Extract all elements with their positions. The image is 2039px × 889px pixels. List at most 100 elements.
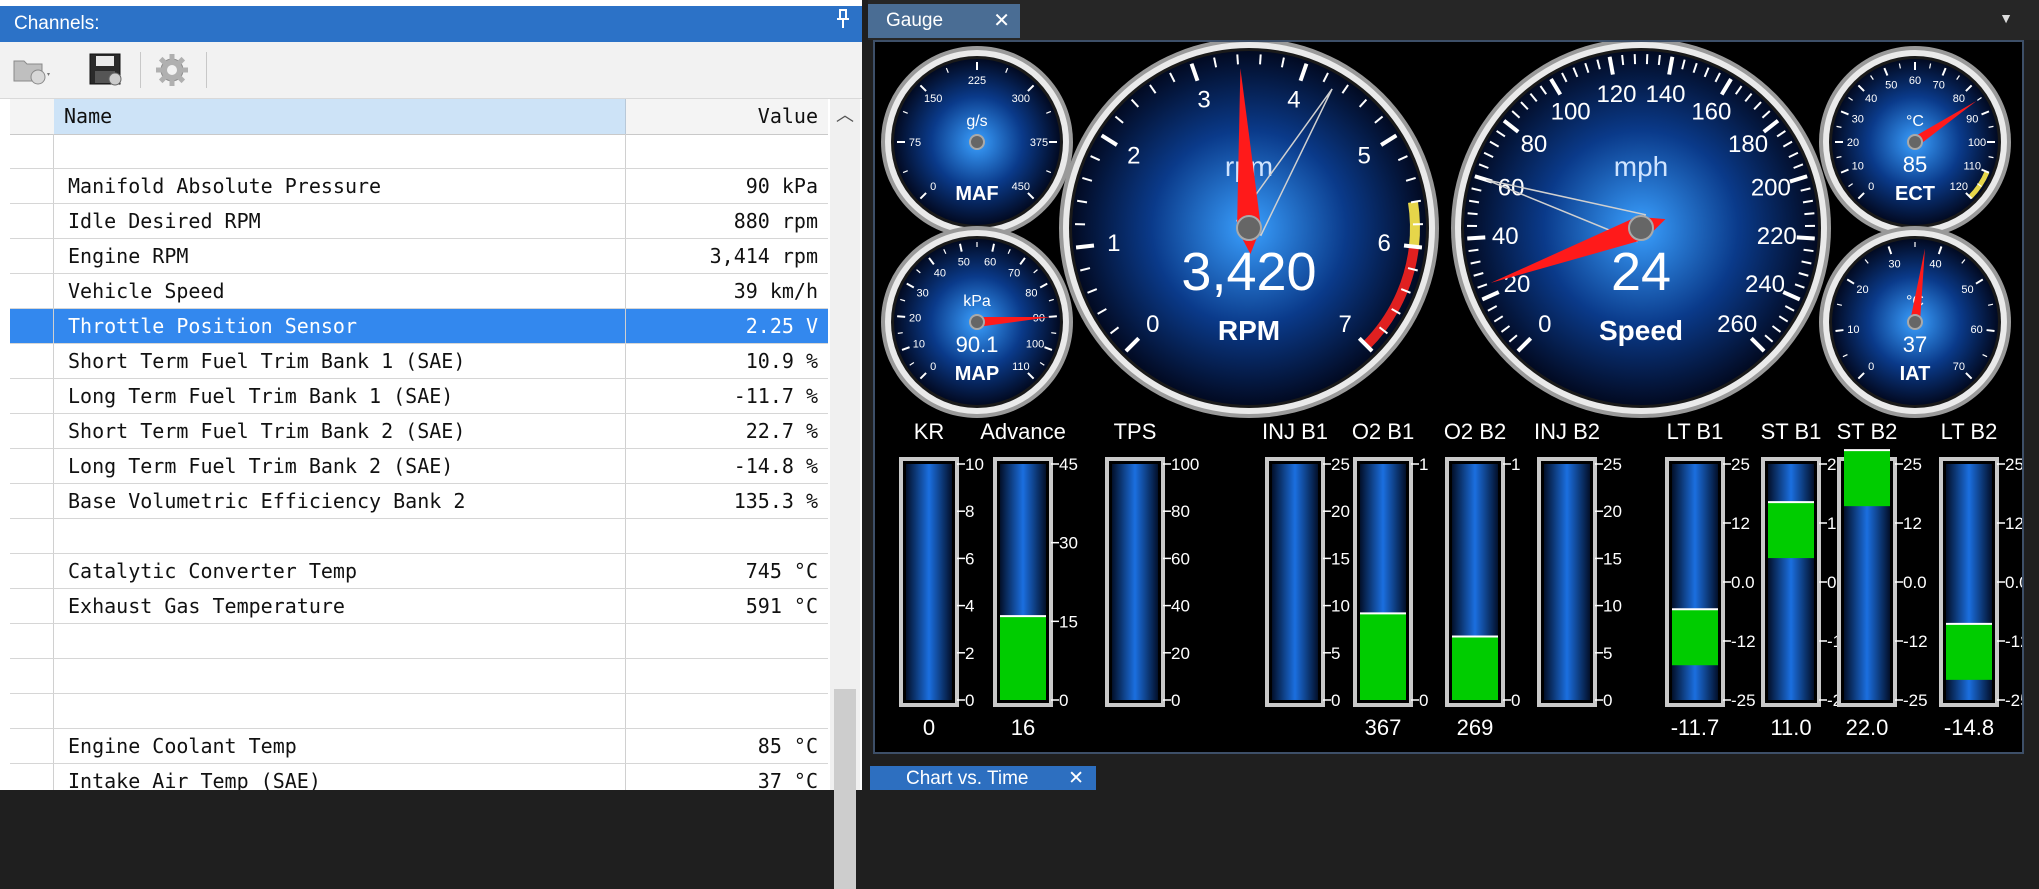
bar-tick-label: -25 xyxy=(1903,691,1928,710)
row-selector[interactable] xyxy=(10,169,54,203)
tick-label: 180 xyxy=(1728,131,1768,158)
bar-tick-label: 4 xyxy=(965,597,974,616)
channel-value xyxy=(626,694,828,728)
bar-tick-label: 0 xyxy=(1171,691,1180,710)
row-selector[interactable] xyxy=(10,589,54,623)
row-selector[interactable] xyxy=(10,519,54,553)
channel-value xyxy=(626,134,828,168)
channel-name: Idle Desired RPM xyxy=(54,204,626,238)
table-row[interactable]: Base Volumetric Efficiency Bank 2135.3 % xyxy=(10,484,828,519)
table-row[interactable]: Engine Coolant Temp85 °C xyxy=(10,729,828,764)
pin-icon[interactable] xyxy=(836,6,850,42)
table-row[interactable]: Catalytic Converter Temp745 °C xyxy=(10,554,828,589)
bar-tick-label: -12 xyxy=(1731,632,1756,651)
tick-label: 0 xyxy=(930,361,936,373)
table-row[interactable]: Exhaust Gas Temperature591 °C xyxy=(10,589,828,624)
table-row[interactable] xyxy=(10,519,828,554)
channel-name xyxy=(54,624,626,658)
row-selector[interactable] xyxy=(10,414,54,448)
table-row[interactable]: Intake Air Temp (SAE)37 °C xyxy=(10,764,828,790)
row-selector[interactable] xyxy=(10,554,54,588)
tick-label: 1 xyxy=(1107,230,1120,257)
row-selector[interactable] xyxy=(10,239,54,273)
bar-readout: 367 xyxy=(1365,715,1402,740)
bar-fill xyxy=(1360,613,1406,700)
row-selector[interactable] xyxy=(10,694,54,728)
scroll-thumb[interactable] xyxy=(834,689,856,889)
bar-fill xyxy=(1672,609,1718,665)
vertical-scrollbar[interactable]: ︿ xyxy=(830,99,860,790)
row-selector[interactable] xyxy=(10,309,54,343)
bar-tick-label: 100 xyxy=(1171,455,1199,474)
tick-label: 20 xyxy=(1856,284,1868,296)
tick-label: 70 xyxy=(1953,361,1965,373)
column-header-value[interactable]: Value xyxy=(626,99,828,134)
tab-gauge-label: Gauge xyxy=(886,10,943,31)
tick-label: 40 xyxy=(1865,93,1877,105)
bar-label: TPS xyxy=(1114,419,1157,444)
open-folder-icon[interactable] xyxy=(10,50,54,90)
bar-tick-label: 80 xyxy=(1171,502,1190,521)
table-row[interactable]: Short Term Fuel Trim Bank 2 (SAE)22.7 % xyxy=(10,414,828,449)
tick-label: 30 xyxy=(1852,113,1864,125)
row-selector[interactable] xyxy=(10,729,54,763)
tick-label: 50 xyxy=(1885,80,1897,92)
row-selector[interactable] xyxy=(10,624,54,658)
bar-tick-label: 15 xyxy=(1331,549,1350,568)
row-selector[interactable] xyxy=(10,764,54,790)
tick-label: 0 xyxy=(1868,361,1874,373)
bar-tick-label: -12 xyxy=(1903,632,1928,651)
row-selector[interactable] xyxy=(10,344,54,378)
table-row[interactable]: Throttle Position Sensor2.25 V xyxy=(10,309,828,344)
table-row[interactable] xyxy=(10,659,828,694)
settings-gear-icon[interactable] xyxy=(150,50,194,90)
table-row[interactable]: Short Term Fuel Trim Bank 1 (SAE)10.9 % xyxy=(10,344,828,379)
row-selector[interactable] xyxy=(10,274,54,308)
bar-fill xyxy=(1000,616,1046,700)
tick-label: 140 xyxy=(1645,81,1685,108)
table-row[interactable]: Engine RPM3,414 rpm xyxy=(10,239,828,274)
table-row[interactable] xyxy=(10,134,828,169)
channel-value: 22.7 % xyxy=(626,414,828,448)
row-selector[interactable] xyxy=(10,449,54,483)
close-icon[interactable]: ✕ xyxy=(993,4,1010,38)
bar-tick-label: 5 xyxy=(1603,644,1612,663)
row-selector[interactable] xyxy=(10,379,54,413)
row-selector[interactable] xyxy=(10,134,54,168)
bar-gauge-kr: KR02468100 xyxy=(899,419,984,740)
bar-readout: 16 xyxy=(1011,715,1035,740)
panel-menu-chevron-icon[interactable]: ▼ xyxy=(1999,10,2013,26)
map-label: MAP xyxy=(955,363,999,385)
map-readout: 90.1 xyxy=(956,332,999,357)
scroll-up-icon[interactable]: ︿ xyxy=(830,99,860,131)
bar-tick-label: -25 xyxy=(1731,691,1756,710)
bar-gauge-st-b2: ST B2-25-120.0122522.0 xyxy=(1837,419,1928,740)
row-selector[interactable] xyxy=(10,204,54,238)
channels-toolbar xyxy=(0,42,862,99)
table-row[interactable]: Vehicle Speed39 km/h xyxy=(10,274,828,309)
tab-gauge[interactable]: Gauge ✕ xyxy=(868,4,1020,38)
tick-label: 2 xyxy=(1127,143,1140,170)
bar-tick-label: 12 xyxy=(1903,514,1922,533)
tick-label: 10 xyxy=(913,339,925,351)
channel-name xyxy=(54,134,626,168)
table-row[interactable] xyxy=(10,624,828,659)
table-row[interactable]: Manifold Absolute Pressure90 kPa xyxy=(10,169,828,204)
save-icon[interactable] xyxy=(84,50,128,90)
channel-value: 90 kPa xyxy=(626,169,828,203)
tab-chart-vs-time[interactable]: Chart vs. Time ✕ xyxy=(870,766,1096,790)
row-selector[interactable] xyxy=(10,659,54,693)
ect-readout: 85 xyxy=(1903,152,1927,177)
table-row[interactable]: Long Term Fuel Trim Bank 2 (SAE)-14.8 % xyxy=(10,449,828,484)
table-row[interactable] xyxy=(10,694,828,729)
close-icon[interactable]: ✕ xyxy=(1068,766,1084,792)
bar-label: KR xyxy=(914,419,945,444)
column-header-name[interactable]: Name xyxy=(54,99,626,134)
row-selector[interactable] xyxy=(10,484,54,518)
ect-unit: °C xyxy=(1906,113,1924,130)
channels-panel: Channels: Name Value Manifold Absolute P… xyxy=(0,0,862,790)
channel-value: 85 °C xyxy=(626,729,828,763)
table-row[interactable]: Idle Desired RPM880 rpm xyxy=(10,204,828,239)
channels-title-bar: Channels: xyxy=(0,6,862,42)
table-row[interactable]: Long Term Fuel Trim Bank 1 (SAE)-11.7 % xyxy=(10,379,828,414)
